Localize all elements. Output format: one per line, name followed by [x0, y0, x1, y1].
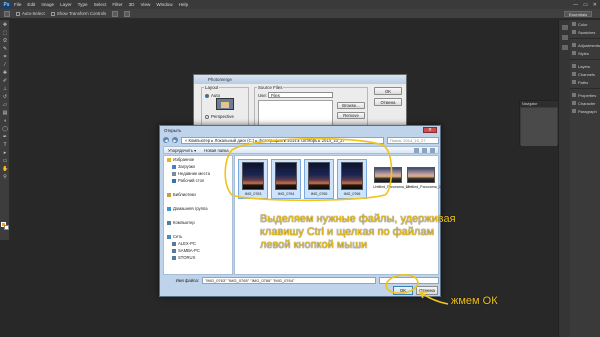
annotation-overlay [224, 137, 449, 305]
annotation-arrow [419, 291, 449, 305]
selection-circle [224, 137, 393, 202]
ok-button-circle [385, 274, 419, 294]
photoshop-window: Ps File Edit Image Layer Type Select Fil… [0, 0, 600, 337]
instruction-note: Выделяем нужные файлы, удерживая клавишу… [260, 213, 456, 251]
ok-note: жмем ОК [451, 295, 498, 307]
